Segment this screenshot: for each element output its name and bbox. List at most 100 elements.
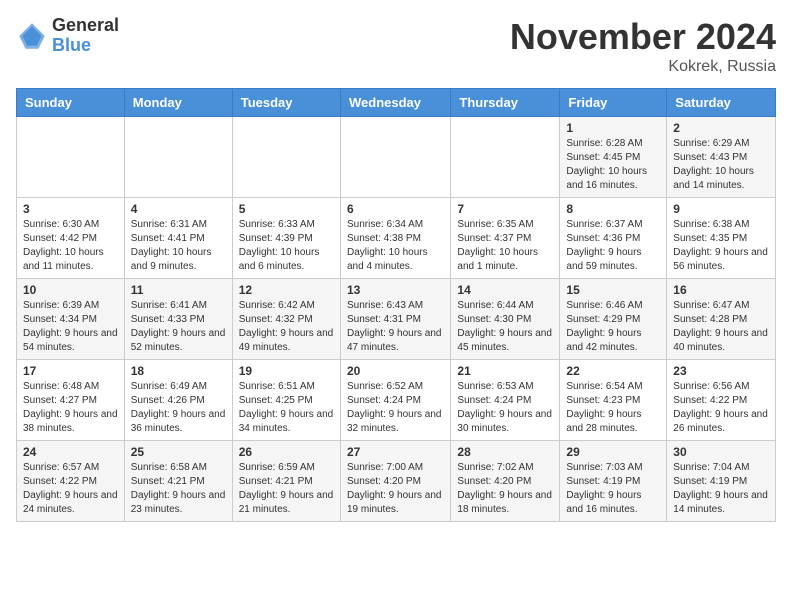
day-number: 29: [566, 445, 660, 459]
day-info: Sunrise: 6:46 AM Sunset: 4:29 PM Dayligh…: [566, 299, 660, 355]
header-row: SundayMondayTuesdayWednesdayThursdayFrid…: [17, 89, 776, 117]
day-info: Sunrise: 6:34 AM Sunset: 4:38 PM Dayligh…: [347, 218, 444, 274]
logo-text: General Blue: [52, 16, 119, 56]
day-cell: 22 Sunrise: 6:54 AM Sunset: 4:23 PM Dayli…: [560, 360, 667, 441]
day-info: Sunrise: 6:52 AM Sunset: 4:24 PM Dayligh…: [347, 380, 444, 436]
day-number: 25: [131, 445, 226, 459]
day-number: 12: [239, 283, 334, 297]
logo-blue-label: Blue: [52, 36, 119, 56]
day-info: Sunrise: 6:39 AM Sunset: 4:34 PM Dayligh…: [23, 299, 118, 355]
day-info: Sunrise: 6:58 AM Sunset: 4:21 PM Dayligh…: [131, 461, 226, 517]
day-info: Sunrise: 6:49 AM Sunset: 4:26 PM Dayligh…: [131, 380, 226, 436]
day-number: 16: [673, 283, 769, 297]
day-cell: 3Sunrise: 6:30 AM Sunset: 4:42 PM Daylig…: [17, 198, 125, 279]
week-row-4: 17 Sunrise: 6:48 AM Sunset: 4:27 PM Dayli…: [17, 360, 776, 441]
day-number: 13: [347, 283, 444, 297]
day-info: Sunrise: 6:48 AM Sunset: 4:27 PM Dayligh…: [23, 380, 118, 436]
logo: General Blue: [16, 16, 119, 56]
day-cell: 5 Sunrise: 6:33 AM Sunset: 4:39 PM Daylig…: [232, 198, 340, 279]
day-cell: 4 Sunrise: 6:31 AM Sunset: 4:41 PM Daylig…: [124, 198, 232, 279]
day-number: 28: [457, 445, 553, 459]
day-number: 22: [566, 364, 660, 378]
day-number: 23: [673, 364, 769, 378]
day-cell: 12 Sunrise: 6:42 AM Sunset: 4:32 PM Dayli…: [232, 279, 340, 360]
page-header: General Blue November 2024 Kokrek, Russi…: [16, 16, 776, 76]
day-cell: 30 Sunrise: 7:04 AM Sunset: 4:19 PM Dayli…: [667, 441, 776, 522]
col-header-saturday: Saturday: [667, 89, 776, 117]
day-info: Sunrise: 6:33 AM Sunset: 4:39 PM Dayligh…: [239, 218, 334, 274]
col-header-wednesday: Wednesday: [340, 89, 450, 117]
week-row-3: 10 Sunrise: 6:39 AM Sunset: 4:34 PM Dayli…: [17, 279, 776, 360]
day-cell: 13 Sunrise: 6:43 AM Sunset: 4:31 PM Dayli…: [340, 279, 450, 360]
day-cell: 6 Sunrise: 6:34 AM Sunset: 4:38 PM Daylig…: [340, 198, 450, 279]
day-info: Sunrise: 6:35 AM Sunset: 4:37 PM Dayligh…: [457, 218, 553, 274]
day-info: Sunrise: 6:42 AM Sunset: 4:32 PM Dayligh…: [239, 299, 334, 355]
day-cell: 14Sunrise: 6:44 AM Sunset: 4:30 PM Dayli…: [451, 279, 560, 360]
day-info: Sunrise: 7:02 AM Sunset: 4:20 PM Dayligh…: [457, 461, 553, 517]
day-cell: 9 Sunrise: 6:38 AM Sunset: 4:35 PM Daylig…: [667, 198, 776, 279]
week-row-5: 24 Sunrise: 6:57 AM Sunset: 4:22 PM Dayli…: [17, 441, 776, 522]
day-number: 14: [457, 283, 553, 297]
day-info: Sunrise: 6:59 AM Sunset: 4:21 PM Dayligh…: [239, 461, 334, 517]
day-cell: 19 Sunrise: 6:51 AM Sunset: 4:25 PM Dayli…: [232, 360, 340, 441]
day-info: Sunrise: 6:43 AM Sunset: 4:31 PM Dayligh…: [347, 299, 444, 355]
col-header-sunday: Sunday: [17, 89, 125, 117]
day-info: Sunrise: 6:47 AM Sunset: 4:28 PM Dayligh…: [673, 299, 769, 355]
col-header-tuesday: Tuesday: [232, 89, 340, 117]
day-cell: 28 Sunrise: 7:02 AM Sunset: 4:20 PM Dayli…: [451, 441, 560, 522]
day-cell: 18Sunrise: 6:49 AM Sunset: 4:26 PM Dayli…: [124, 360, 232, 441]
day-cell: [451, 117, 560, 198]
day-number: 4: [131, 202, 226, 216]
day-info: Sunrise: 7:04 AM Sunset: 4:19 PM Dayligh…: [673, 461, 769, 517]
day-info: Sunrise: 6:41 AM Sunset: 4:33 PM Dayligh…: [131, 299, 226, 355]
day-info: Sunrise: 7:03 AM Sunset: 4:19 PM Dayligh…: [566, 461, 660, 517]
day-number: 8: [566, 202, 660, 216]
day-number: 6: [347, 202, 444, 216]
day-number: 15: [566, 283, 660, 297]
month-title: November 2024: [510, 16, 776, 58]
day-cell: 23 Sunrise: 6:56 AM Sunset: 4:22 PM Dayli…: [667, 360, 776, 441]
location-label: Kokrek, Russia: [510, 58, 776, 76]
day-info: Sunrise: 6:38 AM Sunset: 4:35 PM Dayligh…: [673, 218, 769, 274]
logo-general-label: General: [52, 16, 119, 36]
day-cell: 27Sunrise: 7:00 AM Sunset: 4:20 PM Dayli…: [340, 441, 450, 522]
day-info: Sunrise: 6:28 AM Sunset: 4:45 PM Dayligh…: [566, 137, 660, 193]
day-number: 24: [23, 445, 118, 459]
day-cell: 29 Sunrise: 7:03 AM Sunset: 4:19 PM Dayli…: [560, 441, 667, 522]
day-cell: 7 Sunrise: 6:35 AM Sunset: 4:37 PM Daylig…: [451, 198, 560, 279]
day-cell: 25 Sunrise: 6:58 AM Sunset: 4:21 PM Dayli…: [124, 441, 232, 522]
day-number: 19: [239, 364, 334, 378]
day-number: 9: [673, 202, 769, 216]
day-cell: 16 Sunrise: 6:47 AM Sunset: 4:28 PM Dayli…: [667, 279, 776, 360]
day-cell: [124, 117, 232, 198]
day-info: Sunrise: 6:56 AM Sunset: 4:22 PM Dayligh…: [673, 380, 769, 436]
day-info: Sunrise: 6:30 AM Sunset: 4:42 PM Dayligh…: [23, 218, 118, 274]
day-cell: 17 Sunrise: 6:48 AM Sunset: 4:27 PM Dayli…: [17, 360, 125, 441]
col-header-monday: Monday: [124, 89, 232, 117]
day-number: 7: [457, 202, 553, 216]
day-info: Sunrise: 6:29 AM Sunset: 4:43 PM Dayligh…: [673, 137, 769, 193]
day-cell: 10 Sunrise: 6:39 AM Sunset: 4:34 PM Dayli…: [17, 279, 125, 360]
day-cell: 24 Sunrise: 6:57 AM Sunset: 4:22 PM Dayli…: [17, 441, 125, 522]
day-number: 30: [673, 445, 769, 459]
week-row-2: 3Sunrise: 6:30 AM Sunset: 4:42 PM Daylig…: [17, 198, 776, 279]
day-info: Sunrise: 6:31 AM Sunset: 4:41 PM Dayligh…: [131, 218, 226, 274]
day-cell: 26Sunrise: 6:59 AM Sunset: 4:21 PM Dayli…: [232, 441, 340, 522]
day-number: 11: [131, 283, 226, 297]
day-cell: 2Sunrise: 6:29 AM Sunset: 4:43 PM Daylig…: [667, 117, 776, 198]
day-number: 17: [23, 364, 118, 378]
col-header-thursday: Thursday: [451, 89, 560, 117]
day-info: Sunrise: 6:57 AM Sunset: 4:22 PM Dayligh…: [23, 461, 118, 517]
calendar-header: SundayMondayTuesdayWednesdayThursdayFrid…: [17, 89, 776, 117]
calendar-body: 1Sunrise: 6:28 AM Sunset: 4:45 PM Daylig…: [17, 117, 776, 522]
calendar-table: SundayMondayTuesdayWednesdayThursdayFrid…: [16, 88, 776, 522]
day-number: 27: [347, 445, 444, 459]
day-number: 10: [23, 283, 118, 297]
day-info: Sunrise: 6:54 AM Sunset: 4:23 PM Dayligh…: [566, 380, 660, 436]
day-info: Sunrise: 6:51 AM Sunset: 4:25 PM Dayligh…: [239, 380, 334, 436]
day-cell: [340, 117, 450, 198]
day-cell: [232, 117, 340, 198]
day-cell: 21Sunrise: 6:53 AM Sunset: 4:24 PM Dayli…: [451, 360, 560, 441]
day-number: 5: [239, 202, 334, 216]
day-cell: 8Sunrise: 6:37 AM Sunset: 4:36 PM Daylig…: [560, 198, 667, 279]
